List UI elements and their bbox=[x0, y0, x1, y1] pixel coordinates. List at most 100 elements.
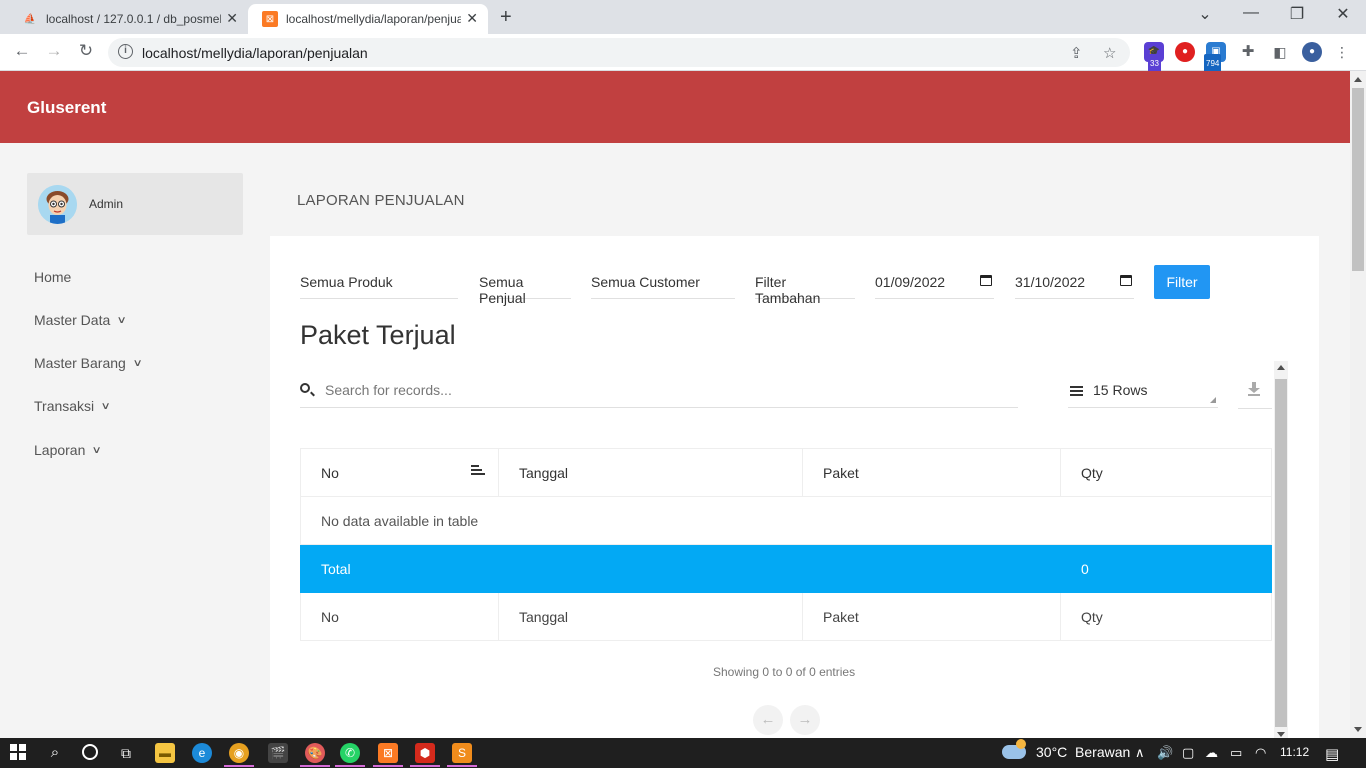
browser-tab-phpmyadmin[interactable]: ⛵ localhost / 127.0.0.1 / db_posmelly ✕ bbox=[8, 4, 248, 34]
wifi-icon[interactable]: ◠ bbox=[1255, 745, 1266, 761]
scroll-down-icon[interactable] bbox=[1277, 732, 1285, 737]
extension-graduation-icon[interactable]: 🎓 33 bbox=[1144, 42, 1164, 74]
menu-kebab-icon[interactable]: ⋮ bbox=[1332, 42, 1352, 62]
produk-select[interactable]: Semua Produk bbox=[300, 265, 458, 299]
clock[interactable]: 11:12 bbox=[1280, 745, 1309, 759]
bookmark-star-icon[interactable]: ☆ bbox=[1103, 44, 1116, 62]
extension-stop-icon[interactable]: ● bbox=[1175, 42, 1195, 62]
chevron-down-icon: ∨ bbox=[116, 314, 128, 326]
side-panel-icon[interactable]: ◧ bbox=[1270, 42, 1290, 62]
tab-search-icon[interactable]: ⌄ bbox=[1182, 4, 1228, 24]
running-app-indicator bbox=[447, 765, 477, 767]
avatar bbox=[38, 185, 77, 224]
weather-widget[interactable]: 30°C Berawan bbox=[1002, 739, 1130, 760]
resize-corner-icon bbox=[1210, 397, 1216, 403]
close-tab-icon[interactable]: ✕ bbox=[226, 10, 238, 27]
extension-briefcase-icon[interactable]: ▣ 794 bbox=[1204, 42, 1226, 74]
meet-now-icon[interactable]: ▢ bbox=[1182, 745, 1194, 761]
new-tab-icon[interactable]: + bbox=[500, 6, 512, 29]
chevron-down-icon: ∨ bbox=[100, 400, 111, 412]
scrollbar-thumb[interactable] bbox=[1352, 88, 1364, 271]
chrome-icon[interactable]: ◉ bbox=[229, 743, 249, 763]
office-icon[interactable]: ⬢ bbox=[415, 743, 435, 763]
xampp-icon: ⊠ bbox=[262, 11, 278, 27]
sublime-icon[interactable]: S bbox=[452, 743, 472, 763]
brand-logo-text[interactable]: Gluserent bbox=[27, 98, 106, 118]
table-info: Showing 0 to 0 of 0 entries bbox=[713, 665, 856, 679]
restore-icon[interactable]: ❐ bbox=[1274, 4, 1320, 24]
footer-column-tanggal: Tanggal bbox=[498, 592, 803, 641]
user-card: Admin bbox=[27, 173, 243, 235]
date-from-input[interactable]: 01/09/2022 bbox=[875, 265, 994, 299]
report-card: Semua Produk Semua Penjual Semua Custome… bbox=[270, 236, 1319, 738]
rows-per-page-label: 15 Rows bbox=[1093, 382, 1148, 398]
task-view-icon[interactable]: ⧉ bbox=[116, 743, 136, 763]
close-tab-icon[interactable]: ✕ bbox=[466, 10, 478, 27]
volume-icon[interactable]: 🔊 bbox=[1157, 745, 1173, 761]
chevron-up-icon[interactable]: ∧ bbox=[1135, 745, 1145, 761]
prev-page-button[interactable]: ← bbox=[753, 705, 783, 735]
whatsapp-icon[interactable]: ✆ bbox=[340, 743, 360, 763]
calendar-icon[interactable] bbox=[1120, 275, 1132, 286]
filter-tambahan-select[interactable]: Filter Tambahan bbox=[755, 265, 855, 306]
page-scrollbar[interactable] bbox=[1350, 71, 1366, 738]
forward-icon[interactable]: → bbox=[42, 41, 66, 61]
calendar-icon[interactable] bbox=[980, 275, 992, 286]
browser-tab-bar: ⛵ localhost / 127.0.0.1 / db_posmelly ✕ … bbox=[0, 0, 1366, 34]
sort-icon[interactable] bbox=[471, 464, 485, 475]
back-icon[interactable]: ← bbox=[10, 41, 34, 61]
data-table: No Tanggal Paket Qty No data available i… bbox=[300, 448, 1272, 641]
profile-avatar-icon[interactable]: ● bbox=[1302, 42, 1322, 62]
battery-icon[interactable]: ▭ bbox=[1230, 745, 1242, 761]
menu-lines-icon bbox=[1070, 386, 1083, 396]
next-page-button[interactable]: → bbox=[790, 705, 820, 735]
table-scrollbar[interactable] bbox=[1274, 361, 1288, 738]
column-header-tanggal[interactable]: Tanggal bbox=[498, 448, 803, 497]
page-viewport: Gluserent Admin Home Master Data ∨ Maste… bbox=[0, 71, 1350, 738]
scroll-up-icon[interactable] bbox=[1354, 77, 1362, 82]
address-bar[interactable]: i localhost/mellydia/laporan/penjualan ⇪… bbox=[108, 38, 1130, 67]
edge-icon[interactable]: e bbox=[192, 743, 212, 763]
onedrive-icon[interactable]: ☁ bbox=[1205, 745, 1218, 761]
close-window-icon[interactable]: ✕ bbox=[1320, 4, 1366, 24]
filter-button[interactable]: Filter bbox=[1154, 265, 1210, 299]
penjual-select[interactable]: Semua Penjual bbox=[479, 265, 571, 306]
sidebar-item-laporan[interactable]: Laporan ∨ bbox=[34, 442, 102, 458]
share-icon[interactable]: ⇪ bbox=[1070, 44, 1083, 62]
browser-tab-laporan[interactable]: ⊠ localhost/mellydia/laporan/penjualan ✕ bbox=[248, 4, 488, 34]
table-footer-row: No Tanggal Paket Qty bbox=[300, 592, 1272, 641]
minimize-icon[interactable]: — bbox=[1228, 4, 1274, 22]
column-header-qty[interactable]: Qty bbox=[1060, 448, 1272, 497]
sidebar-item-master-data[interactable]: Master Data ∨ bbox=[34, 312, 128, 328]
running-app-indicator bbox=[300, 765, 330, 767]
customer-select[interactable]: Semua Customer bbox=[591, 265, 735, 299]
rows-per-page-select[interactable]: 15 Rows bbox=[1068, 374, 1218, 408]
paint-icon[interactable]: 🎨 bbox=[305, 743, 325, 763]
clapper-icon[interactable]: 🎬 bbox=[268, 743, 288, 763]
extensions-puzzle-icon[interactable]: ✚ bbox=[1238, 42, 1258, 62]
sidebar-item-transaksi[interactable]: Transaksi ∨ bbox=[34, 398, 111, 414]
tab-title: localhost / 127.0.0.1 / db_posmelly bbox=[46, 12, 221, 26]
search-input[interactable]: Search for records... bbox=[300, 374, 1018, 408]
scroll-down-icon[interactable] bbox=[1354, 727, 1362, 732]
reload-icon[interactable]: ↻ bbox=[74, 41, 98, 61]
column-header-paket[interactable]: Paket bbox=[802, 448, 1061, 497]
cortana-icon[interactable] bbox=[80, 743, 100, 763]
windows-start-icon[interactable] bbox=[8, 743, 28, 763]
search-icon[interactable]: ⌕ bbox=[45, 743, 65, 763]
sidebar-item-label: Master Data bbox=[34, 312, 111, 328]
sidebar-item-label: Transaksi bbox=[34, 398, 95, 414]
column-header-no[interactable]: No bbox=[300, 448, 499, 497]
xampp-icon[interactable]: ⊠ bbox=[378, 743, 398, 763]
scrollbar-thumb[interactable] bbox=[1275, 379, 1287, 727]
chevron-down-icon: ∨ bbox=[132, 357, 143, 369]
url-text[interactable]: localhost/mellydia/laporan/penjualan bbox=[142, 45, 368, 61]
date-to-input[interactable]: 31/10/2022 bbox=[1015, 265, 1134, 299]
sidebar-item-home[interactable]: Home bbox=[34, 269, 71, 285]
sidebar-item-master-barang[interactable]: Master Barang ∨ bbox=[34, 355, 143, 371]
scroll-up-icon[interactable] bbox=[1277, 365, 1285, 370]
site-info-icon[interactable]: i bbox=[118, 44, 133, 59]
download-icon[interactable] bbox=[1248, 382, 1260, 396]
file-explorer-icon[interactable]: ▬ bbox=[155, 743, 175, 763]
notification-icon[interactable]: ▤ bbox=[1325, 745, 1339, 763]
